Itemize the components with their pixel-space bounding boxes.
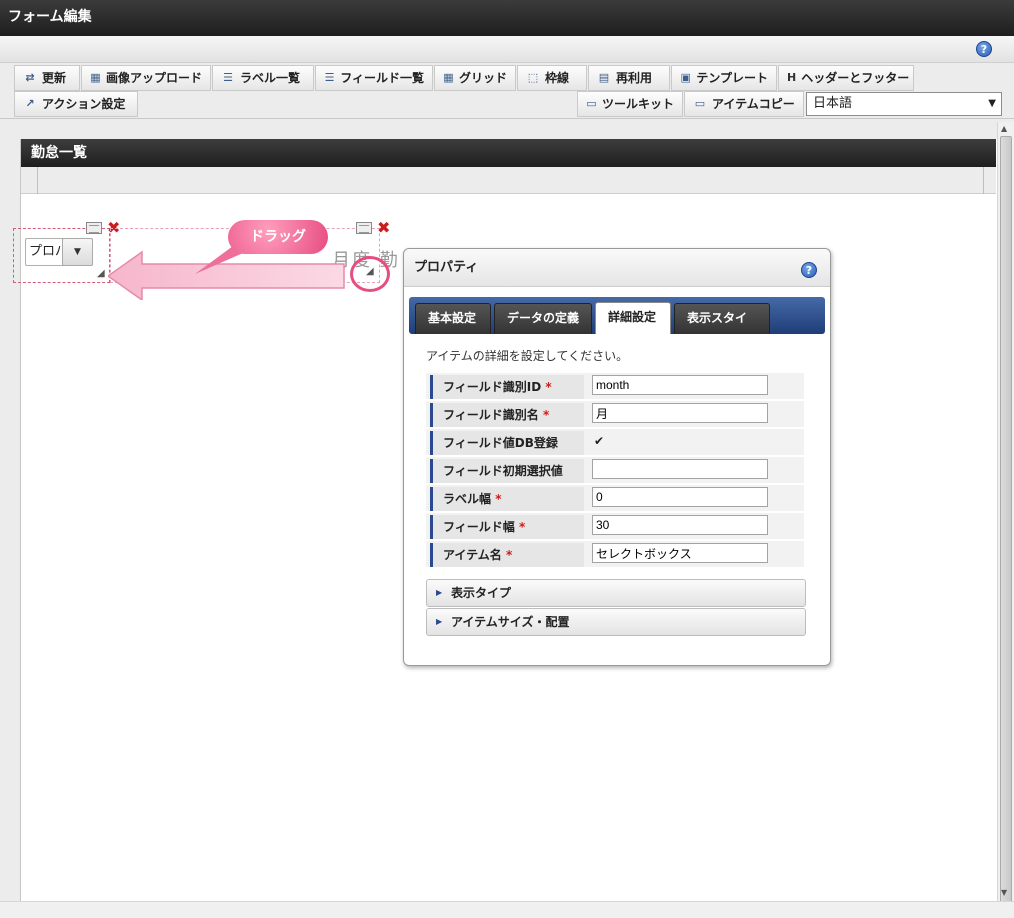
vertical-scrollbar[interactable]: ▲ ▼ [997, 122, 1014, 906]
window-title: フォーム編集 [0, 0, 1014, 36]
action-icon: ↗ [25, 97, 35, 110]
required-marker: * [495, 492, 502, 506]
tab-basic[interactable]: 基本設定 [415, 303, 491, 334]
label-list-button[interactable]: ☰ ラベル一覧 [212, 65, 314, 91]
action-settings-button[interactable]: ↗ アクション設定 [14, 91, 138, 117]
help-icon[interactable]: ? [976, 41, 992, 57]
chevron-down-icon[interactable]: ▼ [62, 238, 93, 266]
tab-detail[interactable]: 詳細設定 [595, 302, 671, 334]
field-name-input[interactable] [592, 403, 768, 423]
document-icon: ▤ [598, 71, 610, 84]
resize-handle-icon[interactable]: ◢ [366, 266, 374, 277]
field-id-input[interactable] [592, 375, 768, 395]
field-width-input[interactable] [592, 515, 768, 535]
grid-button[interactable]: ▦ グリッド [434, 65, 516, 91]
scrollbar-thumb[interactable] [1000, 136, 1012, 906]
properties-tabs: 基本設定 データの定義 詳細設定 表示スタイル [409, 297, 825, 354]
horizontal-scrollbar[interactable] [0, 901, 1014, 918]
db-register-label: フィールド値DB登録 [430, 431, 584, 455]
grid-cell [37, 167, 38, 194]
image-upload-icon: ▦ [90, 71, 101, 84]
border-icon: ⬚ [527, 71, 539, 84]
help-bar: ? [0, 36, 1014, 63]
properties-description: アイテムの詳細を設定してください。 [426, 349, 629, 363]
drag-bubble: ドラッグ [228, 220, 328, 254]
help-icon[interactable]: ? [801, 262, 817, 278]
required-marker: * [542, 408, 550, 422]
resize-handle-icon[interactable]: ◢ [97, 268, 105, 279]
header-footer-button[interactable]: H ヘッダーとフッター [778, 65, 914, 91]
reuse-button[interactable]: ▤ 再利用 [588, 65, 670, 91]
table-row: フィールド値DB登録 ✔ [426, 429, 804, 457]
image-upload-button[interactable]: ▦ 画像アップロード [81, 65, 211, 91]
grid-icon[interactable] [86, 222, 102, 234]
scroll-up-icon[interactable]: ▲ [1001, 124, 1007, 133]
field-id-label: フィールド識別ID * [430, 375, 584, 399]
properties-panel: プロパティ ? 基本設定 データの定義 詳細設定 表示スタイル アイテムの詳細を… [403, 248, 831, 666]
template-button[interactable]: ▣ テンプレート [671, 65, 777, 91]
toolbar: ⇄ 更新 ▦ 画像アップロード ☰ ラベル一覧 ☰ フィールド一覧 ▦ グリッド… [0, 63, 1014, 119]
initial-value-input[interactable] [592, 459, 768, 479]
copy-icon: ▭ [694, 97, 706, 110]
chevron-right-icon: ▶ [436, 588, 443, 597]
list-icon: ☰ [324, 71, 335, 84]
grid-header-row [21, 167, 996, 194]
required-marker: * [518, 520, 526, 534]
template-icon: ▣ [680, 71, 691, 84]
refresh-icon: ⇄ [25, 71, 35, 84]
required-marker: * [506, 548, 513, 562]
chevron-right-icon: ▶ [436, 617, 443, 626]
list-icon: ☰ [223, 71, 233, 84]
header-icon: H [787, 71, 797, 84]
grid-cell [983, 167, 984, 194]
table-row: フィールド幅 * [426, 513, 804, 541]
border-button[interactable]: ⬚ 枠線 [517, 65, 587, 91]
table-row: アイテム名 * [426, 541, 804, 569]
display-type-section[interactable]: ▶ 表示タイプ [426, 579, 806, 607]
label-width-input[interactable] [592, 487, 768, 507]
item-name-label: アイテム名 * [430, 543, 584, 567]
field-list-button[interactable]: ☰ フィールド一覧 [315, 65, 433, 91]
toolkit-button[interactable]: ▭ ツールキット [577, 91, 683, 117]
item-name-input[interactable] [592, 543, 768, 563]
grid-icon[interactable] [356, 222, 372, 234]
table-row: ラベル幅 * [426, 485, 804, 513]
language-select[interactable]: 日本語 ▼ [806, 92, 1002, 116]
item-size-section[interactable]: ▶ アイテムサイズ・配置 [426, 608, 806, 636]
db-register-checkbox[interactable]: ✔ [592, 431, 604, 451]
tab-data-definition[interactable]: データの定義 [494, 303, 592, 334]
properties-title: プロパティ [404, 249, 830, 287]
tab-display-style[interactable]: 表示スタイル [674, 303, 770, 354]
table-row: フィールド初期選択値 [426, 457, 804, 485]
grid-icon: ▦ [443, 71, 454, 84]
chevron-down-icon: ▼ [988, 98, 996, 109]
close-icon[interactable]: ✖ [377, 220, 390, 236]
field-width-label: フィールド幅 * [430, 515, 584, 539]
scroll-down-icon[interactable]: ▼ [1001, 888, 1007, 897]
table-row: フィールド識別名 * [426, 401, 804, 429]
properties-table: フィールド識別ID * フィールド識別名 * フィールド値DB登録 ✔ フィール… [426, 373, 804, 569]
table-row: フィールド識別ID * [426, 373, 804, 401]
section-title: 勤怠一覧 [21, 139, 996, 167]
item-copy-button[interactable]: ▭ アイテムコピー [684, 91, 804, 117]
update-button[interactable]: ⇄ 更新 [14, 65, 80, 91]
field-name-label: フィールド識別名 * [430, 403, 584, 427]
initial-value-label: フィールド初期選択値 [430, 459, 584, 483]
label-width-label: ラベル幅 * [430, 487, 584, 511]
required-marker: * [545, 380, 552, 394]
toolbox-icon: ▭ [586, 97, 597, 110]
